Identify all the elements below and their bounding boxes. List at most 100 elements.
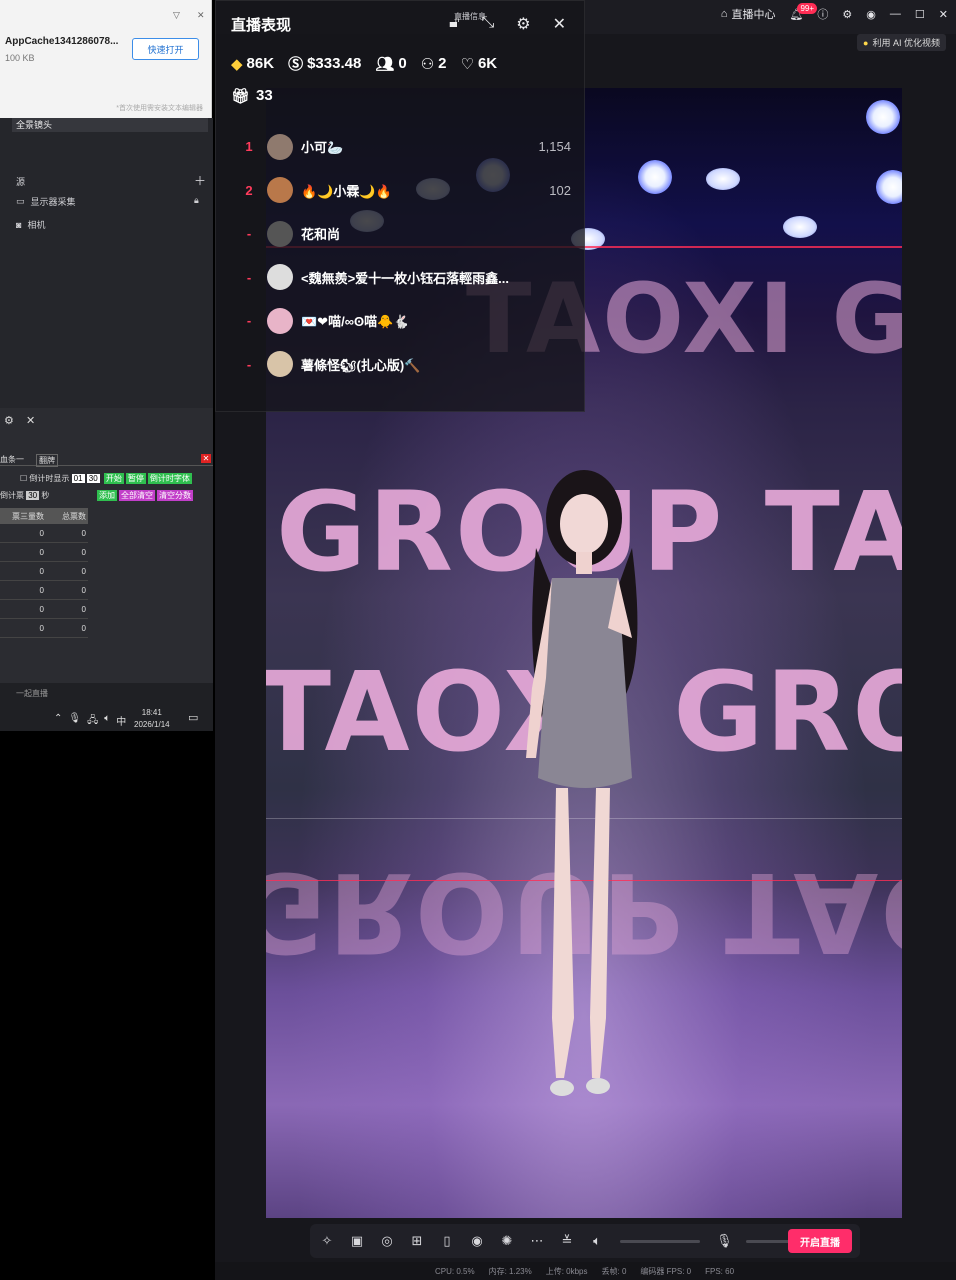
- record-icon[interactable]: ◉: [470, 1233, 484, 1249]
- help-icon[interactable]: ⓘ: [817, 6, 828, 22]
- pause-button[interactable]: 暂停: [125, 473, 146, 484]
- close-icon[interactable]: ✕: [26, 414, 35, 427]
- table-cell: 0: [81, 623, 86, 633]
- viewer-name: 🔥🌙小霖🌙🔥: [301, 183, 392, 199]
- bulb-icon: ●: [863, 37, 869, 48]
- layout-icon[interactable]: ▣: [350, 1233, 364, 1249]
- speaker-icon[interactable]: 🔈︎: [104, 713, 110, 730]
- viewer-row[interactable]: 2 🔥🌙小霖🌙🔥 102: [231, 169, 571, 213]
- monitor-icon: ▭: [16, 196, 25, 206]
- phone-icon[interactable]: ▯: [440, 1233, 454, 1249]
- table-cell: 0: [81, 585, 86, 595]
- scene-item[interactable]: 全景镜头: [12, 118, 208, 132]
- quick-open-button[interactable]: 快速打开: [132, 38, 199, 60]
- avatar: [267, 264, 293, 291]
- countdown-minutes[interactable]: 01: [71, 474, 85, 483]
- ai-optimize-tip[interactable]: ● 利用 AI 优化视频: [857, 34, 946, 51]
- live-performance-panel: 直播表现 直播信息 🔓︎ ⤡ ⚙ ✕ ◆ 86K Ⓢ $333.48 👥︎ 0 …: [215, 0, 585, 412]
- clear-all-button[interactable]: 全部清空: [119, 490, 155, 501]
- top-viewers-list: 1 小可🦢 1,154 2 🔥🌙小霖🌙🔥 102 - 花和尚 - <魏無羨>爱十一枚小钰石落輕雨鑫…: [231, 125, 571, 386]
- heart-icon: ♡: [460, 55, 474, 73]
- download-hint: *首次使用需安装文本编辑器: [116, 105, 203, 112]
- add-source-icon[interactable]: ＋: [194, 172, 206, 189]
- screen: ⌂ 直播中心 🔔︎ 99+ ⓘ ⚙ ◉ — ☐ ✕ ● 利用 AI 优化视频 T…: [0, 0, 956, 1280]
- font-button[interactable]: 倒计时字体: [147, 473, 192, 484]
- tab-flip[interactable]: 翻牌: [36, 454, 58, 467]
- viewer-row[interactable]: - 薯條怪🐿(扎心版)🔨: [231, 343, 571, 387]
- performer-figure: [526, 470, 638, 1096]
- clock-time: 18:41: [141, 708, 162, 717]
- tab-health-bar[interactable]: 血条一: [0, 454, 24, 465]
- chevron-up-icon[interactable]: ⌃: [54, 713, 62, 730]
- notification-badge: 99+: [797, 2, 818, 14]
- table-row[interactable]: 00: [0, 543, 88, 562]
- viewer-rank: -: [246, 269, 252, 285]
- start-button[interactable]: 开始: [103, 473, 124, 484]
- dropdown-icon[interactable]: ▽: [173, 10, 180, 21]
- viewer-name: 小可🦢: [301, 140, 344, 156]
- table-row[interactable]: 00: [0, 581, 88, 600]
- collapse-icon[interactable]: ⤡: [481, 14, 494, 34]
- mixer-icon[interactable]: ≚: [560, 1233, 574, 1249]
- countdown-seconds[interactable]: 30: [86, 474, 100, 483]
- notification-center-icon[interactable]: ▭: [188, 711, 198, 724]
- viewer-row[interactable]: - 💌❤喵/∞ʘ喵🐥🐇: [231, 299, 571, 343]
- table-row[interactable]: 00: [0, 524, 88, 543]
- viewer-rank: -: [246, 356, 252, 372]
- more-icon[interactable]: ⋯: [530, 1233, 544, 1249]
- close-icon[interactable]: ✕: [201, 454, 211, 463]
- vote-timer-value[interactable]: 30: [26, 491, 40, 500]
- table-row[interactable]: 00: [0, 562, 88, 581]
- viewer-rank: -: [246, 226, 252, 242]
- lock-icon[interactable]: 🔓︎: [449, 14, 459, 34]
- settings-icon[interactable]: ⚙: [842, 8, 852, 21]
- stage-light: [706, 168, 740, 190]
- counter-plugin-panel: ⚙ ✕ 血条一 翻牌 ✕ ☐ 倒计时显示 01 30 开始 暂停 倒计时字体 倒计票…: [0, 408, 213, 683]
- viewer-row[interactable]: - <魏無羨>爱十一枚小钰石落輕雨鑫...: [231, 256, 571, 300]
- settings-icon[interactable]: ⚙: [4, 414, 14, 427]
- source-item-display[interactable]: ▭ 显示器采集: [16, 195, 76, 208]
- microphone-icon[interactable]: 🎙︎: [68, 713, 81, 730]
- table-cell: 0: [81, 528, 86, 538]
- notifications-button[interactable]: 🔔︎ 99+: [789, 2, 818, 21]
- table-row[interactable]: 00: [0, 619, 88, 638]
- go-live-button[interactable]: 开启直播: [788, 1229, 852, 1253]
- network-icon[interactable]: 🖧︎: [87, 713, 98, 730]
- source-item-camera[interactable]: ◙ 相机: [16, 218, 45, 231]
- window-controls: ⌂ 直播中心 🔔︎ 99+ ⓘ ⚙ ◉ — ☐ ✕: [721, 2, 948, 22]
- effects-icon[interactable]: ✺: [500, 1233, 514, 1249]
- download-filename[interactable]: AppCache1341286078...: [5, 36, 118, 47]
- add-button[interactable]: 添加: [97, 490, 117, 501]
- fps: FPS: 60: [705, 1266, 735, 1276]
- speaker-icon[interactable]: 🔈︎: [590, 1233, 604, 1249]
- clock[interactable]: 18:41 2026/1/14: [134, 707, 170, 731]
- user-add-icon: ⚇: [420, 55, 435, 73]
- avatar[interactable]: ◉: [866, 8, 876, 21]
- add-source-icon[interactable]: ⊞: [410, 1233, 424, 1249]
- close-icon[interactable]: ✕: [939, 8, 948, 21]
- magic-wand-icon[interactable]: ✧: [320, 1233, 334, 1249]
- close-icon[interactable]: ✕: [197, 10, 205, 21]
- viewer-row[interactable]: - 花和尚: [231, 212, 571, 256]
- settings-icon[interactable]: ⚙: [516, 14, 530, 34]
- maximize-icon[interactable]: ☐: [915, 8, 925, 21]
- table-row[interactable]: 00: [0, 600, 88, 619]
- minimize-icon[interactable]: —: [890, 8, 901, 20]
- diamonds-stat: ◆ 86K: [231, 55, 274, 73]
- ime-indicator[interactable]: 中: [116, 713, 126, 730]
- lock-icon[interactable]: 🔒︎: [194, 195, 199, 206]
- viewer-row[interactable]: 1 小可🦢 1,154: [231, 125, 571, 169]
- upload-rate: 上传: 0kbps: [545, 1266, 588, 1276]
- viewer-rank: -: [246, 313, 252, 329]
- counter-table: 票三量数 总票数 000000000000: [0, 508, 88, 638]
- close-icon[interactable]: ✕: [553, 14, 566, 34]
- ai-effects-icon[interactable]: ◎: [380, 1233, 394, 1249]
- table-cell: 0: [39, 547, 44, 557]
- viewer-rank: 1: [245, 139, 253, 155]
- live-center-button[interactable]: ⌂ 直播中心: [721, 6, 776, 22]
- stage-light: [783, 216, 817, 238]
- checkbox[interactable]: ☐: [20, 474, 27, 483]
- clear-score-button[interactable]: 清空分数: [157, 490, 193, 501]
- microphone-icon[interactable]: 🎙︎: [716, 1233, 733, 1249]
- speaker-volume-slider[interactable]: [620, 1239, 700, 1243]
